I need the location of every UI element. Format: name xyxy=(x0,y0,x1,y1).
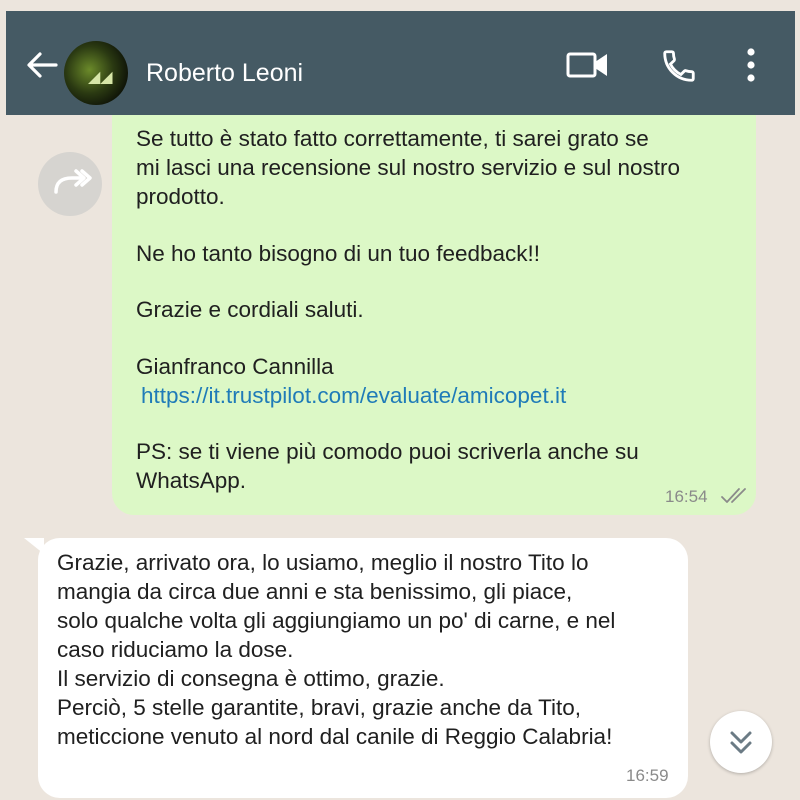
message-line: PS: se ti viene più comodo puoi scriverl… xyxy=(136,439,639,464)
double-check-icon xyxy=(721,488,746,503)
message-line: Se tutto è stato fatto correttamente, ti… xyxy=(136,126,649,151)
contact-name[interactable]: Roberto Leoni xyxy=(146,59,303,88)
chat-area: Se tutto è stato fatto correttamente, ti… xyxy=(6,115,795,800)
arrow-left-icon[interactable] xyxy=(24,47,60,83)
avatar-image: ◢◢ xyxy=(88,67,113,86)
message-line: mi lasci una recensione sul nostro servi… xyxy=(136,155,680,180)
more-vert-icon[interactable] xyxy=(744,45,758,85)
message-line: mangia da circa due anni e sta benissimo… xyxy=(57,579,573,604)
scroll-to-bottom-button[interactable] xyxy=(710,711,772,773)
forward-button[interactable] xyxy=(38,152,102,216)
signature: Gianfranco Cannilla xyxy=(136,354,334,379)
video-call-icon[interactable] xyxy=(566,49,610,81)
trustpilot-link[interactable]: https://it.trustpilot.com/evaluate/amico… xyxy=(141,381,566,410)
message-line: WhatsApp. xyxy=(136,468,247,493)
message-line: solo qualche volta gli aggiungiamo un po… xyxy=(57,608,616,633)
message-line: meticcione venuto al nord dal canile di … xyxy=(57,724,613,749)
message-line: caso riduciamo la dose. xyxy=(57,637,294,662)
chat-header: ◢◢ Roberto Leoni xyxy=(6,11,795,115)
incoming-message[interactable]: Grazie, arrivato ora, lo usiamo, meglio … xyxy=(38,538,688,798)
message-line: Il servizio di consegna è ottimo, grazie… xyxy=(57,666,445,691)
forward-icon xyxy=(54,169,92,194)
message-time: 16:59 xyxy=(626,766,669,785)
phone-icon[interactable] xyxy=(660,47,698,85)
message-line: Grazie e cordiali saluti. xyxy=(136,297,364,322)
message-line: Perciò, 5 stelle garantite, bravi, grazi… xyxy=(57,695,582,720)
message-line: Grazie, arrivato ora, lo usiamo, meglio … xyxy=(57,550,589,575)
avatar[interactable]: ◢◢ xyxy=(64,41,128,105)
message-time: 16:54 xyxy=(665,487,708,506)
message-line: Ne ho tanto bisogno di un tuo feedback!! xyxy=(136,241,541,266)
double-chevron-down-icon xyxy=(730,731,752,754)
message-line: prodotto. xyxy=(136,184,225,209)
outgoing-message[interactable]: Se tutto è stato fatto correttamente, ti… xyxy=(112,115,756,515)
